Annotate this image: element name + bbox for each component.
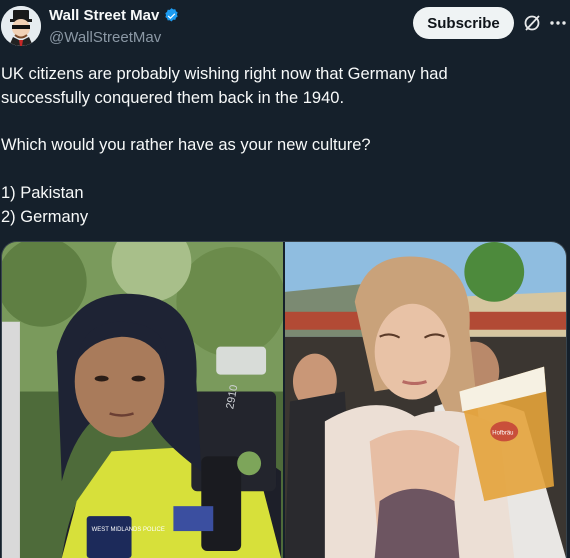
police-patch-text: WEST MIDLANDS POLICE xyxy=(92,527,165,533)
author-name-row: Wall Street Mav xyxy=(49,7,180,24)
tweet-media[interactable]: 2910 WEST MIDLANDS POLICE Hofbräu xyxy=(1,241,567,558)
verified-badge-icon xyxy=(165,8,178,22)
officer-photo: 2910 WEST MIDLANDS POLICE xyxy=(2,242,283,558)
grok-icon[interactable] xyxy=(522,13,542,33)
author-display-name[interactable]: Wall Street Mav xyxy=(49,7,159,24)
avatar-image xyxy=(1,6,41,46)
media-photo-left[interactable]: 2910 WEST MIDLANDS POLICE xyxy=(2,242,283,558)
tweet-text: UK citizens are probably wishing right n… xyxy=(1,65,448,226)
avatar[interactable] xyxy=(1,6,41,46)
tweet-header: Wall Street Mav @WallStreetMav Subscribe xyxy=(0,0,570,56)
mug-label: Hofbräu xyxy=(492,430,513,436)
author-handle[interactable]: @WallStreetMav xyxy=(49,29,161,46)
media-photo-right[interactable]: Hofbräu xyxy=(285,242,566,558)
more-icon[interactable] xyxy=(549,13,567,33)
subscribe-button[interactable]: Subscribe xyxy=(413,7,514,39)
oktoberfest-photo: Hofbräu xyxy=(285,242,566,558)
